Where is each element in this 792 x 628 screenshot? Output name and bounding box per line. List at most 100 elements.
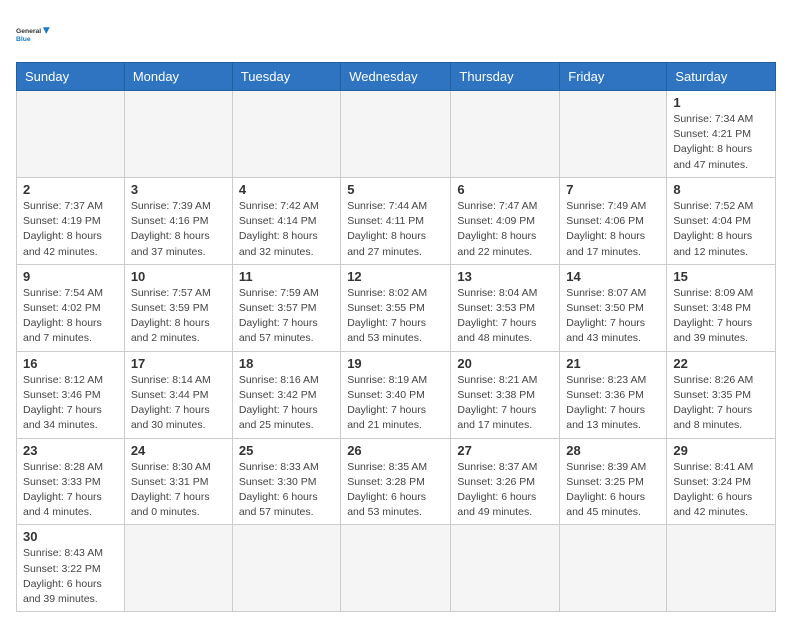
calendar-cell: 1Sunrise: 7:34 AM Sunset: 4:21 PM Daylig… — [667, 91, 776, 178]
page-header: GeneralBlue — [16, 16, 776, 52]
day-info: Sunrise: 7:37 AM Sunset: 4:19 PM Dayligh… — [23, 199, 118, 260]
day-info: Sunrise: 8:35 AM Sunset: 3:28 PM Dayligh… — [347, 460, 444, 521]
day-info: Sunrise: 8:02 AM Sunset: 3:55 PM Dayligh… — [347, 286, 444, 347]
day-info: Sunrise: 8:21 AM Sunset: 3:38 PM Dayligh… — [457, 373, 553, 434]
day-number: 11 — [239, 269, 334, 284]
day-number: 18 — [239, 356, 334, 371]
day-number: 21 — [566, 356, 660, 371]
calendar-cell: 28Sunrise: 8:39 AM Sunset: 3:25 PM Dayli… — [560, 438, 667, 525]
weekday-header-tuesday: Tuesday — [232, 63, 340, 91]
day-info: Sunrise: 8:04 AM Sunset: 3:53 PM Dayligh… — [457, 286, 553, 347]
day-number: 3 — [131, 182, 226, 197]
calendar-cell: 27 Sunrise: 8:37 AM Sunset: 3:26 PM Dayli… — [451, 438, 560, 525]
weekday-header-saturday: Saturday — [667, 63, 776, 91]
day-number: 8 — [673, 182, 769, 197]
weekday-header-sunday: Sunday — [17, 63, 125, 91]
calendar-cell: 22 Sunrise: 8:26 AM Sunset: 3:35 PM Dayli… — [667, 351, 776, 438]
day-number: 19 — [347, 356, 444, 371]
calendar-cell — [17, 91, 125, 178]
calendar-cell — [124, 91, 232, 178]
day-info: Sunrise: 7:44 AM Sunset: 4:11 PM Dayligh… — [347, 199, 444, 260]
calendar-cell: 6Sunrise: 7:47 AM Sunset: 4:09 PM Daylig… — [451, 177, 560, 264]
calendar-cell — [667, 525, 776, 612]
day-number: 1 — [673, 95, 769, 110]
week-row-1: 1Sunrise: 7:34 AM Sunset: 4:21 PM Daylig… — [17, 91, 776, 178]
calendar-cell: 21 Sunrise: 8:23 AM Sunset: 3:36 PM Dayli… — [560, 351, 667, 438]
calendar-cell — [232, 525, 340, 612]
logo-icon: GeneralBlue — [16, 16, 52, 52]
calendar-cell: 19Sunrise: 8:19 AM Sunset: 3:40 PM Dayli… — [341, 351, 451, 438]
svg-text:Blue: Blue — [16, 36, 31, 43]
day-number: 29 — [673, 443, 769, 458]
week-row-5: 23 Sunrise: 8:28 AM Sunset: 3:33 PM Dayli… — [17, 438, 776, 525]
weekday-header-thursday: Thursday — [451, 63, 560, 91]
day-info: Sunrise: 8:07 AM Sunset: 3:50 PM Dayligh… — [566, 286, 660, 347]
day-number: 27 — [457, 443, 553, 458]
week-row-3: 9 Sunrise: 7:54 AM Sunset: 4:02 PM Daylig… — [17, 264, 776, 351]
day-number: 16 — [23, 356, 118, 371]
calendar-cell: 10 Sunrise: 7:57 AM Sunset: 3:59 PM Dayli… — [124, 264, 232, 351]
day-info: Sunrise: 8:39 AM Sunset: 3:25 PM Dayligh… — [566, 460, 660, 521]
day-number: 14 — [566, 269, 660, 284]
calendar-cell — [560, 525, 667, 612]
day-number: 2 — [23, 182, 118, 197]
calendar-cell: 14 Sunrise: 8:07 AM Sunset: 3:50 PM Dayli… — [560, 264, 667, 351]
day-info: Sunrise: 8:23 AM Sunset: 3:36 PM Dayligh… — [566, 373, 660, 434]
calendar-cell: 25Sunrise: 8:33 AM Sunset: 3:30 PM Dayli… — [232, 438, 340, 525]
day-number: 12 — [347, 269, 444, 284]
day-info: Sunrise: 8:43 AM Sunset: 3:22 PM Dayligh… — [23, 546, 118, 607]
day-info: Sunrise: 8:41 AM Sunset: 3:24 PM Dayligh… — [673, 460, 769, 521]
logo: GeneralBlue — [16, 16, 52, 52]
calendar: SundayMondayTuesdayWednesdayThursdayFrid… — [16, 62, 776, 612]
day-info: Sunrise: 8:37 AM Sunset: 3:26 PM Dayligh… — [457, 460, 553, 521]
svg-text:General: General — [16, 28, 41, 35]
day-number: 10 — [131, 269, 226, 284]
day-info: Sunrise: 7:59 AM Sunset: 3:57 PM Dayligh… — [239, 286, 334, 347]
calendar-cell — [451, 91, 560, 178]
calendar-cell — [232, 91, 340, 178]
day-info: Sunrise: 8:26 AM Sunset: 3:35 PM Dayligh… — [673, 373, 769, 434]
calendar-cell: 15Sunrise: 8:09 AM Sunset: 3:48 PM Dayli… — [667, 264, 776, 351]
day-number: 7 — [566, 182, 660, 197]
day-info: Sunrise: 7:49 AM Sunset: 4:06 PM Dayligh… — [566, 199, 660, 260]
day-number: 23 — [23, 443, 118, 458]
day-number: 9 — [23, 269, 118, 284]
weekday-header-wednesday: Wednesday — [341, 63, 451, 91]
calendar-cell — [451, 525, 560, 612]
calendar-cell: 24 Sunrise: 8:30 AM Sunset: 3:31 PM Dayli… — [124, 438, 232, 525]
day-info: Sunrise: 8:30 AM Sunset: 3:31 PM Dayligh… — [131, 460, 226, 521]
calendar-cell: 30 Sunrise: 8:43 AM Sunset: 3:22 PM Dayli… — [17, 525, 125, 612]
calendar-cell: 26Sunrise: 8:35 AM Sunset: 3:28 PM Dayli… — [341, 438, 451, 525]
calendar-cell: 29 Sunrise: 8:41 AM Sunset: 3:24 PM Dayli… — [667, 438, 776, 525]
day-info: Sunrise: 7:54 AM Sunset: 4:02 PM Dayligh… — [23, 286, 118, 347]
day-number: 15 — [673, 269, 769, 284]
day-number: 24 — [131, 443, 226, 458]
day-info: Sunrise: 7:57 AM Sunset: 3:59 PM Dayligh… — [131, 286, 226, 347]
day-info: Sunrise: 8:33 AM Sunset: 3:30 PM Dayligh… — [239, 460, 334, 521]
calendar-cell — [341, 91, 451, 178]
calendar-cell: 18 Sunrise: 8:16 AM Sunset: 3:42 PM Dayli… — [232, 351, 340, 438]
calendar-cell: 16Sunrise: 8:12 AM Sunset: 3:46 PM Dayli… — [17, 351, 125, 438]
week-row-2: 2 Sunrise: 7:37 AM Sunset: 4:19 PM Daylig… — [17, 177, 776, 264]
calendar-cell: 13Sunrise: 8:04 AM Sunset: 3:53 PM Dayli… — [451, 264, 560, 351]
day-number: 22 — [673, 356, 769, 371]
week-row-4: 16Sunrise: 8:12 AM Sunset: 3:46 PM Dayli… — [17, 351, 776, 438]
day-number: 6 — [457, 182, 553, 197]
day-info: Sunrise: 8:28 AM Sunset: 3:33 PM Dayligh… — [23, 460, 118, 521]
calendar-cell: 20 Sunrise: 8:21 AM Sunset: 3:38 PM Dayli… — [451, 351, 560, 438]
weekday-header-friday: Friday — [560, 63, 667, 91]
calendar-cell: 17Sunrise: 8:14 AM Sunset: 3:44 PM Dayli… — [124, 351, 232, 438]
calendar-cell: 9 Sunrise: 7:54 AM Sunset: 4:02 PM Daylig… — [17, 264, 125, 351]
day-number: 20 — [457, 356, 553, 371]
day-number: 30 — [23, 529, 118, 544]
weekday-header-row: SundayMondayTuesdayWednesdayThursdayFrid… — [17, 63, 776, 91]
calendar-cell: 23 Sunrise: 8:28 AM Sunset: 3:33 PM Dayli… — [17, 438, 125, 525]
day-number: 5 — [347, 182, 444, 197]
day-info: Sunrise: 8:14 AM Sunset: 3:44 PM Dayligh… — [131, 373, 226, 434]
calendar-cell: 2 Sunrise: 7:37 AM Sunset: 4:19 PM Daylig… — [17, 177, 125, 264]
calendar-cell: 5 Sunrise: 7:44 AM Sunset: 4:11 PM Daylig… — [341, 177, 451, 264]
calendar-cell — [124, 525, 232, 612]
calendar-cell: 7 Sunrise: 7:49 AM Sunset: 4:06 PM Daylig… — [560, 177, 667, 264]
day-info: Sunrise: 8:16 AM Sunset: 3:42 PM Dayligh… — [239, 373, 334, 434]
calendar-cell: 12 Sunrise: 8:02 AM Sunset: 3:55 PM Dayli… — [341, 264, 451, 351]
